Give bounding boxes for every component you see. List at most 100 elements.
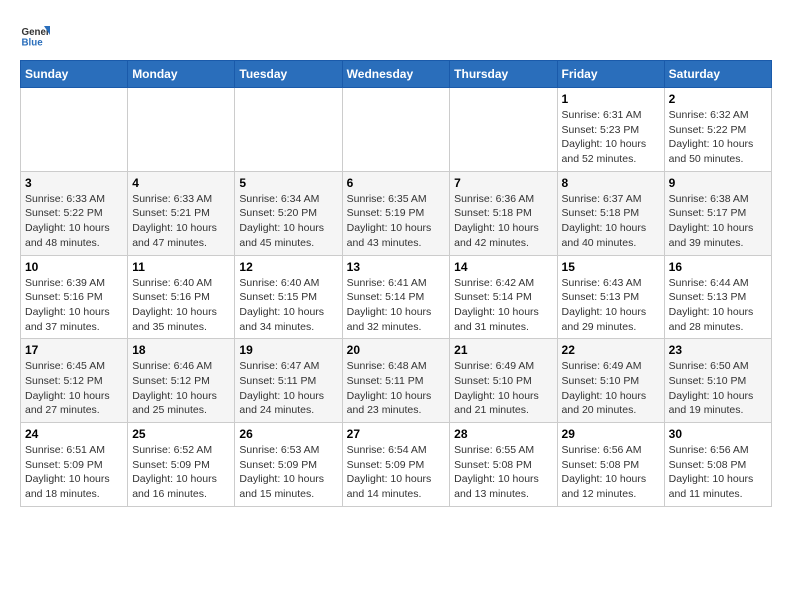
calendar-cell: 28 Sunrise: 6:55 AM Sunset: 5:08 PM Dayli…	[450, 423, 557, 507]
day-number: 26	[239, 427, 337, 441]
day-number: 1	[562, 92, 660, 106]
header-sunday: Sunday	[21, 61, 128, 88]
calendar-cell: 2 Sunrise: 6:32 AM Sunset: 5:22 PM Daylig…	[664, 88, 771, 172]
calendar-cell: 16 Sunrise: 6:44 AM Sunset: 5:13 PM Dayli…	[664, 255, 771, 339]
day-number: 4	[132, 176, 230, 190]
day-number: 16	[669, 260, 767, 274]
day-info: Sunrise: 6:34 AM Sunset: 5:20 PM Dayligh…	[239, 192, 337, 251]
svg-text:Blue: Blue	[22, 38, 44, 49]
day-info: Sunrise: 6:39 AM Sunset: 5:16 PM Dayligh…	[25, 276, 123, 335]
calendar-cell: 12 Sunrise: 6:40 AM Sunset: 5:15 PM Dayli…	[235, 255, 342, 339]
calendar-cell	[235, 88, 342, 172]
calendar-cell: 9 Sunrise: 6:38 AM Sunset: 5:17 PM Daylig…	[664, 171, 771, 255]
day-info: Sunrise: 6:40 AM Sunset: 5:16 PM Dayligh…	[132, 276, 230, 335]
calendar-cell: 19 Sunrise: 6:47 AM Sunset: 5:11 PM Dayli…	[235, 339, 342, 423]
calendar-cell: 3 Sunrise: 6:33 AM Sunset: 5:22 PM Daylig…	[21, 171, 128, 255]
day-number: 24	[25, 427, 123, 441]
day-number: 5	[239, 176, 337, 190]
day-number: 11	[132, 260, 230, 274]
week-row-2: 10Sunrise: 6:39 AM Sunset: 5:16 PM Dayli…	[21, 255, 772, 339]
day-number: 12	[239, 260, 337, 274]
day-info: Sunrise: 6:31 AM Sunset: 5:23 PM Dayligh…	[562, 108, 660, 167]
day-number: 25	[132, 427, 230, 441]
week-row-1: 3 Sunrise: 6:33 AM Sunset: 5:22 PM Daylig…	[21, 171, 772, 255]
day-number: 20	[347, 343, 446, 357]
header-wednesday: Wednesday	[342, 61, 450, 88]
header-tuesday: Tuesday	[235, 61, 342, 88]
day-number: 7	[454, 176, 552, 190]
day-number: 2	[669, 92, 767, 106]
day-number: 22	[562, 343, 660, 357]
day-info: Sunrise: 6:44 AM Sunset: 5:13 PM Dayligh…	[669, 276, 767, 335]
day-info: Sunrise: 6:55 AM Sunset: 5:08 PM Dayligh…	[454, 443, 552, 502]
header-monday: Monday	[128, 61, 235, 88]
day-number: 6	[347, 176, 446, 190]
day-info: Sunrise: 6:49 AM Sunset: 5:10 PM Dayligh…	[562, 359, 660, 418]
day-info: Sunrise: 6:56 AM Sunset: 5:08 PM Dayligh…	[562, 443, 660, 502]
day-number: 3	[25, 176, 123, 190]
day-info: Sunrise: 6:40 AM Sunset: 5:15 PM Dayligh…	[239, 276, 337, 335]
day-number: 23	[669, 343, 767, 357]
day-info: Sunrise: 6:42 AM Sunset: 5:14 PM Dayligh…	[454, 276, 552, 335]
day-number: 29	[562, 427, 660, 441]
day-info: Sunrise: 6:38 AM Sunset: 5:17 PM Dayligh…	[669, 192, 767, 251]
day-info: Sunrise: 6:54 AM Sunset: 5:09 PM Dayligh…	[347, 443, 446, 502]
header-thursday: Thursday	[450, 61, 557, 88]
day-info: Sunrise: 6:36 AM Sunset: 5:18 PM Dayligh…	[454, 192, 552, 251]
day-info: Sunrise: 6:33 AM Sunset: 5:22 PM Dayligh…	[25, 192, 123, 251]
day-info: Sunrise: 6:53 AM Sunset: 5:09 PM Dayligh…	[239, 443, 337, 502]
logo: General Blue	[20, 20, 50, 50]
header-saturday: Saturday	[664, 61, 771, 88]
day-info: Sunrise: 6:33 AM Sunset: 5:21 PM Dayligh…	[132, 192, 230, 251]
day-info: Sunrise: 6:56 AM Sunset: 5:08 PM Dayligh…	[669, 443, 767, 502]
calendar-cell: 13 Sunrise: 6:41 AM Sunset: 5:14 PM Dayli…	[342, 255, 450, 339]
day-info: Sunrise: 6:51 AM Sunset: 5:09 PM Dayligh…	[25, 443, 123, 502]
calendar-cell: 4 Sunrise: 6:33 AM Sunset: 5:21 PM Daylig…	[128, 171, 235, 255]
calendar-cell: 21Sunrise: 6:49 AM Sunset: 5:10 PM Dayli…	[450, 339, 557, 423]
day-info: Sunrise: 6:52 AM Sunset: 5:09 PM Dayligh…	[132, 443, 230, 502]
day-info: Sunrise: 6:45 AM Sunset: 5:12 PM Dayligh…	[25, 359, 123, 418]
calendar-cell: 17 Sunrise: 6:45 AM Sunset: 5:12 PM Dayli…	[21, 339, 128, 423]
week-row-4: 24 Sunrise: 6:51 AM Sunset: 5:09 PM Dayli…	[21, 423, 772, 507]
calendar-cell: 6 Sunrise: 6:35 AM Sunset: 5:19 PM Daylig…	[342, 171, 450, 255]
day-number: 8	[562, 176, 660, 190]
calendar-cell	[21, 88, 128, 172]
calendar-cell: 23Sunrise: 6:50 AM Sunset: 5:10 PM Dayli…	[664, 339, 771, 423]
day-number: 13	[347, 260, 446, 274]
calendar-cell: 30 Sunrise: 6:56 AM Sunset: 5:08 PM Dayli…	[664, 423, 771, 507]
calendar-cell: 18 Sunrise: 6:46 AM Sunset: 5:12 PM Dayli…	[128, 339, 235, 423]
day-number: 19	[239, 343, 337, 357]
day-info: Sunrise: 6:46 AM Sunset: 5:12 PM Dayligh…	[132, 359, 230, 418]
calendar-cell: 10Sunrise: 6:39 AM Sunset: 5:16 PM Dayli…	[21, 255, 128, 339]
day-number: 9	[669, 176, 767, 190]
calendar-cell: 11 Sunrise: 6:40 AM Sunset: 5:16 PM Dayli…	[128, 255, 235, 339]
calendar-cell: 5 Sunrise: 6:34 AM Sunset: 5:20 PM Daylig…	[235, 171, 342, 255]
calendar-cell: 8 Sunrise: 6:37 AM Sunset: 5:18 PM Daylig…	[557, 171, 664, 255]
logo-icon: General Blue	[20, 20, 50, 50]
day-info: Sunrise: 6:35 AM Sunset: 5:19 PM Dayligh…	[347, 192, 446, 251]
calendar-cell	[342, 88, 450, 172]
header-friday: Friday	[557, 61, 664, 88]
calendar-cell: 26 Sunrise: 6:53 AM Sunset: 5:09 PM Dayli…	[235, 423, 342, 507]
day-number: 15	[562, 260, 660, 274]
calendar-header-row: SundayMondayTuesdayWednesdayThursdayFrid…	[21, 61, 772, 88]
day-info: Sunrise: 6:47 AM Sunset: 5:11 PM Dayligh…	[239, 359, 337, 418]
calendar-table: SundayMondayTuesdayWednesdayThursdayFrid…	[20, 60, 772, 507]
calendar-cell: 25 Sunrise: 6:52 AM Sunset: 5:09 PM Dayli…	[128, 423, 235, 507]
calendar-cell: 20Sunrise: 6:48 AM Sunset: 5:11 PM Dayli…	[342, 339, 450, 423]
day-number: 21	[454, 343, 552, 357]
calendar-cell: 7 Sunrise: 6:36 AM Sunset: 5:18 PM Daylig…	[450, 171, 557, 255]
calendar-cell: 22 Sunrise: 6:49 AM Sunset: 5:10 PM Dayli…	[557, 339, 664, 423]
calendar-cell: 24 Sunrise: 6:51 AM Sunset: 5:09 PM Dayli…	[21, 423, 128, 507]
day-number: 18	[132, 343, 230, 357]
day-info: Sunrise: 6:37 AM Sunset: 5:18 PM Dayligh…	[562, 192, 660, 251]
day-number: 28	[454, 427, 552, 441]
day-number: 30	[669, 427, 767, 441]
day-number: 17	[25, 343, 123, 357]
day-info: Sunrise: 6:41 AM Sunset: 5:14 PM Dayligh…	[347, 276, 446, 335]
page-header: General Blue	[20, 20, 772, 50]
day-info: Sunrise: 6:32 AM Sunset: 5:22 PM Dayligh…	[669, 108, 767, 167]
calendar-cell: 14Sunrise: 6:42 AM Sunset: 5:14 PM Dayli…	[450, 255, 557, 339]
week-row-3: 17 Sunrise: 6:45 AM Sunset: 5:12 PM Dayli…	[21, 339, 772, 423]
calendar-cell: 27Sunrise: 6:54 AM Sunset: 5:09 PM Dayli…	[342, 423, 450, 507]
